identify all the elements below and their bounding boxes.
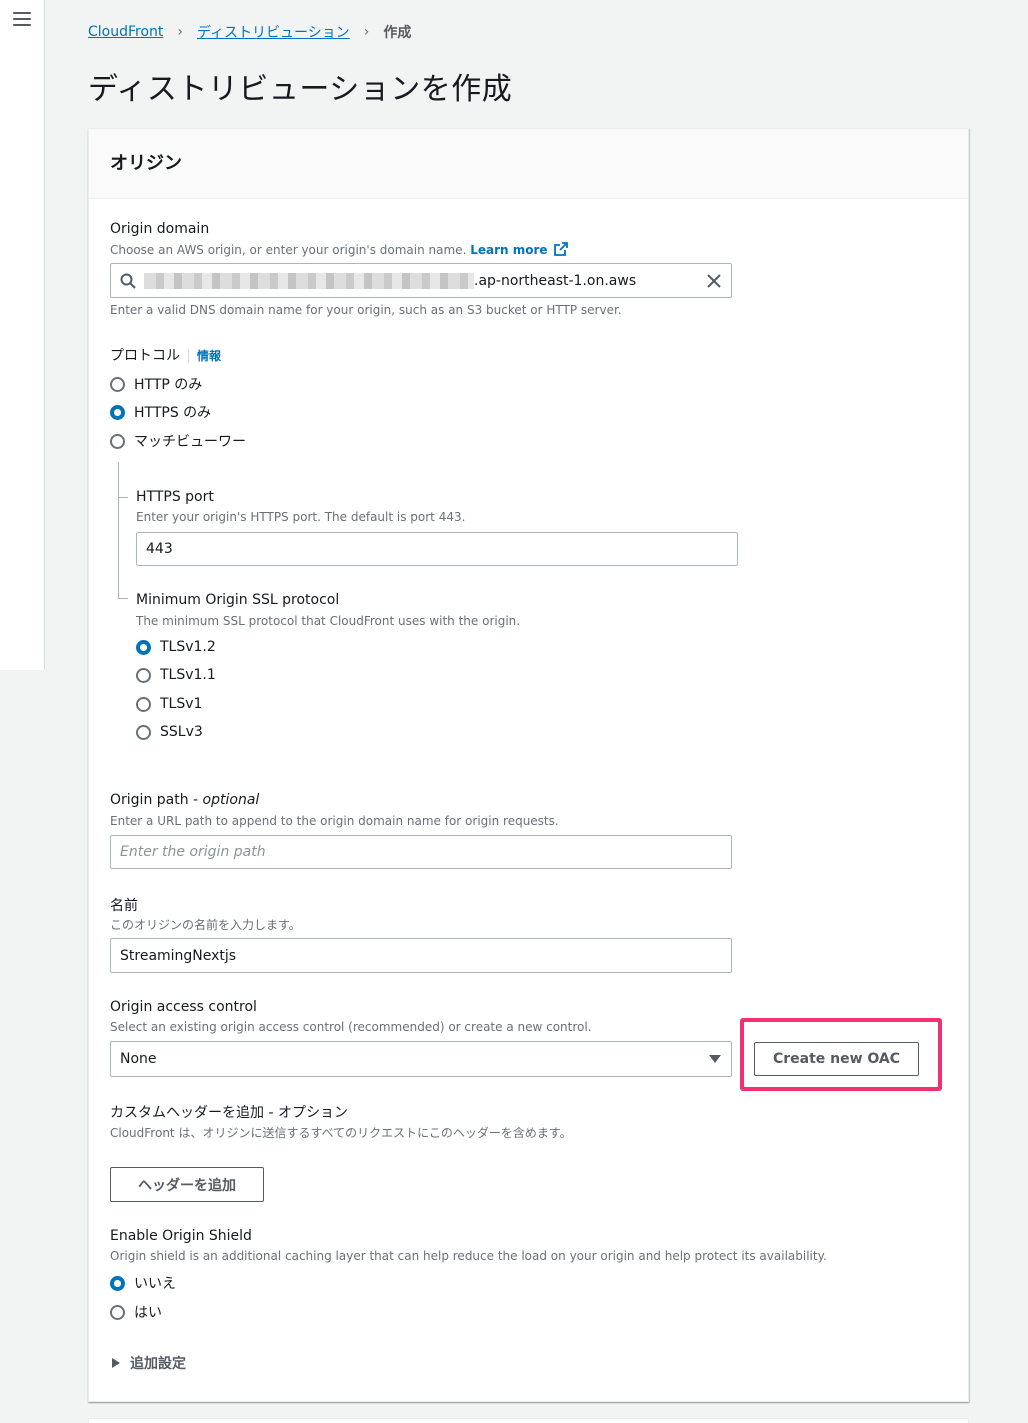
origin-shield-label: Enable Origin Shield [110,1228,252,1244]
protocol-option-label: マッチビューワー [134,434,246,450]
origin-panel: オリジン [88,128,969,1402]
origin-shield-radio-yes[interactable]: はい [110,1302,162,1322]
custom-header-description: CloudFront は、オリジンに送信するすべてのリクエストにこのヘッダーを含… [110,1126,572,1140]
oac-label: Origin access control [110,999,257,1015]
origin-shield-option-label: はい [134,1305,162,1321]
add-header-button[interactable]: ヘッダーを追加 [110,1167,264,1202]
origin-domain-description: Choose an AWS origin, or enter your orig… [110,242,568,257]
search-icon [120,273,136,289]
min-ssl-description: The minimum SSL protocol that CloudFront… [136,614,521,628]
custom-header-label: カスタムヘッダーを追加 - オプション [110,1105,348,1121]
ssl-option-label: TLSv1.2 [160,639,216,655]
ssl-option-label: SSLv3 [160,724,203,740]
breadcrumb-distributions-link[interactable]: ディストリビューション [197,22,350,42]
https-port-label: HTTPS port [136,489,214,505]
origin-path-optional: optional [202,792,260,808]
protocol-radio-https[interactable]: HTTPS のみ [110,402,211,422]
radio-button-checked [136,639,151,655]
origin-path-label-row: Origin path - optional [110,792,259,808]
ssl-radio-tlsv1-2[interactable]: TLSv1.2 [136,639,216,655]
ssl-radio-tlsv1[interactable]: TLSv1 [136,696,202,712]
hamburger-menu-icon[interactable] [13,12,31,26]
https-port-value: 443 [146,541,173,557]
tree-connector-branch [118,598,128,599]
protocol-label: プロトコル [110,348,180,364]
name-input[interactable]: StreamingNextjs [110,938,732,973]
external-link-icon [553,242,568,256]
breadcrumb-current: 作成 [383,25,412,41]
name-description: このオリジンの名前を入力します。 [110,918,301,932]
origin-shield-option-label: いいえ [134,1276,176,1292]
radio-button [110,1304,125,1320]
name-label: 名前 [110,898,138,914]
oac-select-value: None [120,1051,157,1067]
origin-domain-label: Origin domain [110,221,210,237]
protocol-option-label: HTTPS のみ [134,405,212,421]
origin-path-description: Enter a URL path to append to the origin… [110,814,559,828]
page-title: ディストリビューションを作成 [88,72,513,107]
learn-more-link[interactable]: Learn more [470,242,568,257]
radio-button [110,376,125,392]
name-value: StreamingNextjs [120,947,237,964]
caret-down-icon [709,1055,721,1063]
tree-connector-branch [118,497,128,498]
next-panel-edge [88,1418,969,1423]
radio-button [136,696,151,712]
oac-description: Select an existing origin access control… [110,1020,592,1034]
ssl-radio-tlsv1-1[interactable]: TLSv1.1 [136,667,216,683]
origin-domain-value-suffix: .ap-northeast-1.on.aws [474,272,637,289]
origin-shield-radio-no[interactable]: いいえ [110,1273,176,1293]
protocol-radio-match-viewer[interactable]: マッチビューワー [110,431,246,451]
radio-button-checked [110,404,125,420]
protocol-radio-http[interactable]: HTTP のみ [110,374,202,394]
origin-domain-input[interactable]: .ap-northeast-1.on.aws [110,263,732,298]
ssl-option-label: TLSv1.1 [160,667,216,683]
protocol-info-link[interactable]: 情報 [197,349,221,363]
origin-path-placeholder: Enter the origin path [120,844,266,860]
panel-title: オリジン [110,153,182,174]
origin-domain-hint: Enter a valid DNS domain name for your o… [110,303,622,317]
ssl-option-label: TLSv1 [160,696,203,712]
chevron-right-icon: › [177,24,184,40]
redacted-domain-prefix [144,272,474,289]
origin-shield-description: Origin shield is an additional caching l… [110,1249,827,1263]
breadcrumb: CloudFront › ディストリビューション › 作成 [88,22,411,42]
oac-select[interactable]: None [110,1041,732,1077]
additional-settings-expander[interactable]: 追加設定 [112,1353,186,1373]
origin-path-label: Origin path - [110,792,203,808]
caret-right-icon [112,1358,120,1368]
breadcrumb-cloudfront-link[interactable]: CloudFront [88,24,163,40]
clear-icon[interactable] [706,273,722,289]
radio-button-checked [110,1275,125,1291]
https-port-input[interactable]: 443 [136,532,738,566]
protocol-option-label: HTTP のみ [134,377,203,393]
ssl-radio-sslv3[interactable]: SSLv3 [136,724,203,740]
min-ssl-label: Minimum Origin SSL protocol [136,592,340,608]
protocol-label-row: プロトコル 情報 [110,345,221,365]
side-navigation-rail [0,0,45,670]
create-new-oac-button[interactable]: Create new OAC [754,1042,919,1076]
radio-button [136,667,151,683]
tree-connector-line [118,462,119,598]
radio-button [136,724,151,740]
additional-settings-label: 追加設定 [130,1356,186,1372]
https-port-description: Enter your origin's HTTPS port. The defa… [136,510,466,524]
origin-domain-description-text: Choose an AWS origin, or enter your orig… [110,243,467,257]
chevron-right-icon: › [363,24,370,40]
radio-button [110,433,125,449]
panel-header: オリジン [89,129,968,199]
learn-more-label: Learn more [470,243,548,257]
origin-path-input[interactable]: Enter the origin path [110,835,732,869]
